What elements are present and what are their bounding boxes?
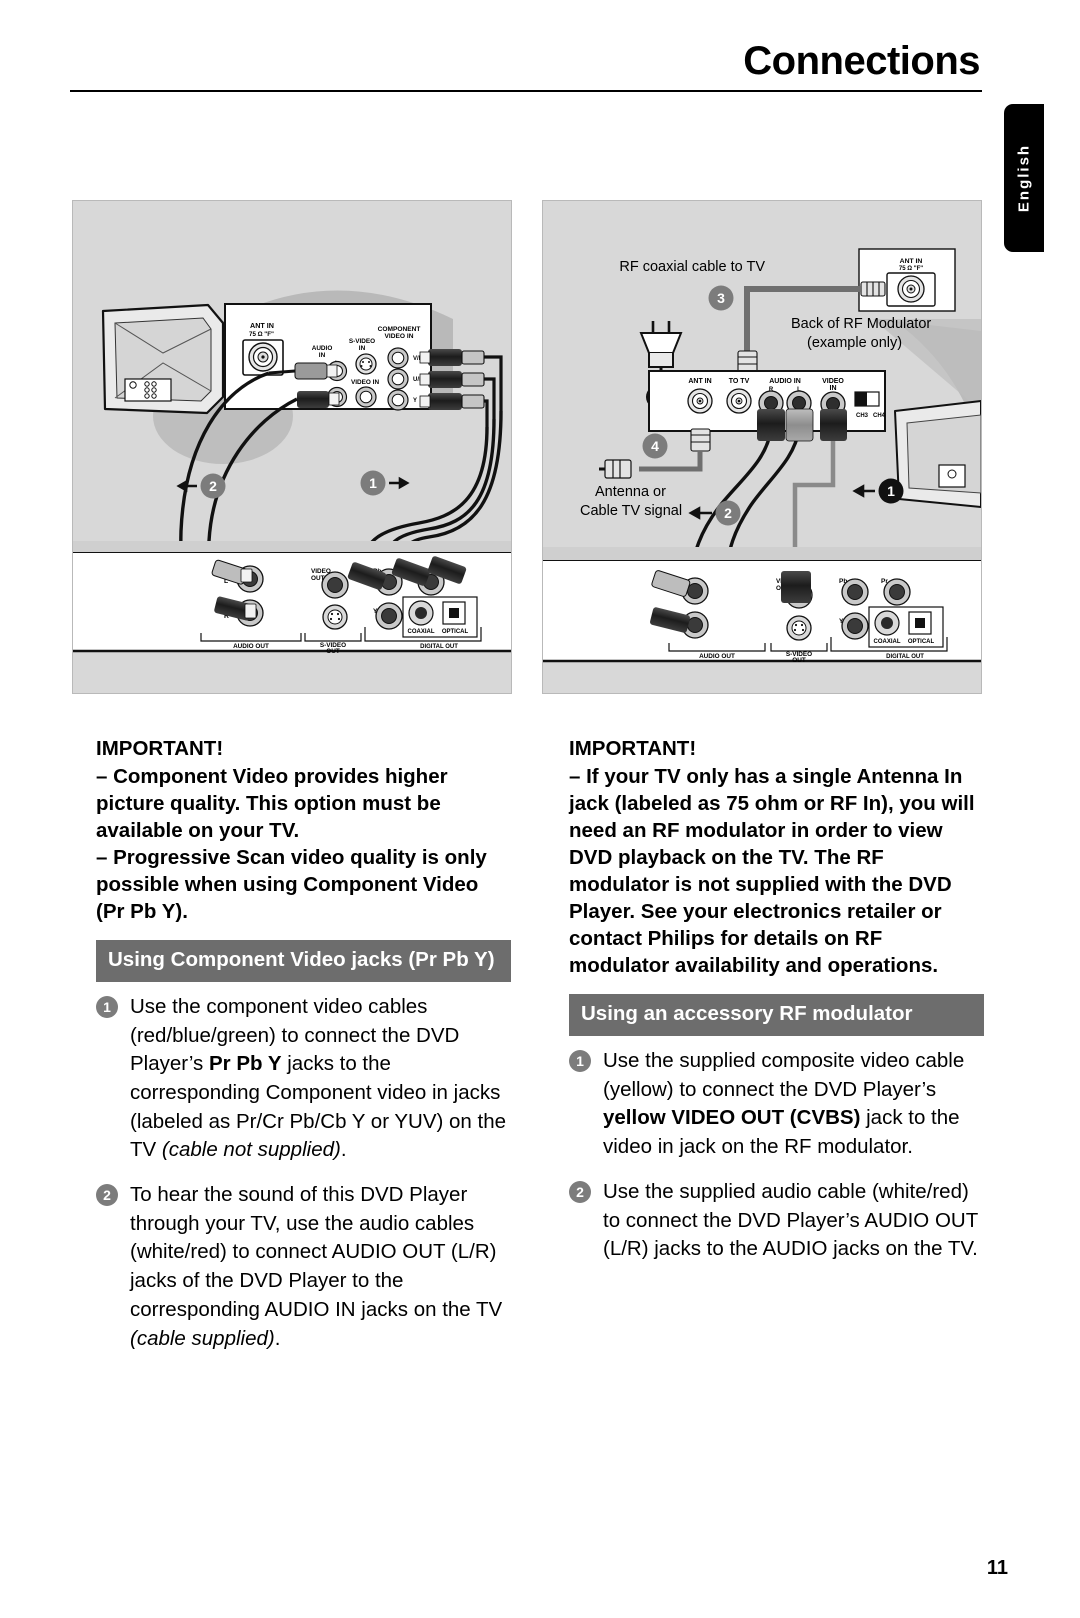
tv-ant-in-sub: 75 Ω "F"	[249, 331, 274, 338]
svg-text:IN: IN	[319, 352, 326, 359]
left-step-1: 1 Use the component video cables (red/bl…	[96, 993, 511, 1165]
svg-text:2: 2	[209, 478, 217, 494]
right-important-title: IMPORTANT!	[569, 737, 697, 760]
svg-text:2: 2	[724, 505, 732, 521]
step-badge: 1	[96, 995, 118, 1018]
tv-jack-y: Y	[413, 398, 417, 404]
step-badge: 2	[96, 1184, 118, 1207]
mod-audio-in-label: AUDIO IN	[769, 378, 801, 385]
manual-page: Connections English ANT IN 75 Ω "F" AUDI…	[0, 0, 1080, 1618]
tv-audio-in-label: AUDIO	[312, 345, 333, 352]
svg-text:3: 3	[717, 290, 725, 306]
dvd-digital-out-label: DIGITAL OUT	[420, 644, 458, 650]
right-important-line-1: – If your TV only has a single Antenna I…	[569, 765, 975, 978]
back-of-rf-modulator-line1: Back of RF Modulator	[791, 316, 931, 332]
dvd-coaxial-label: COAXIAL	[408, 629, 435, 635]
header-rule	[70, 90, 982, 92]
svg-text:1: 1	[369, 475, 377, 491]
mod-to-tv-label: TO TV	[729, 378, 750, 385]
left-important-line-2: – Progressive Scan video quality is only…	[96, 846, 487, 924]
mod-ant-in-label: ANT IN	[688, 378, 711, 385]
language-tab-english: English	[1004, 104, 1044, 252]
figure-right-marker-4: 4	[642, 433, 668, 459]
step-text: To hear the sound of this DVD Player thr…	[130, 1183, 503, 1350]
dvd-optical-label-right: OPTICAL	[908, 639, 935, 645]
left-step-2: 2 To hear the sound of this DVD Player t…	[96, 1181, 511, 1353]
step-text: Use the supplied composite video cable (…	[603, 1049, 965, 1159]
step-badge: 2	[569, 1180, 591, 1203]
svg-text:IN: IN	[359, 345, 366, 352]
right-column: IMPORTANT! – If your TV only has a singl…	[569, 735, 984, 1264]
dvd-coaxial-label-right: COAXIAL	[874, 639, 901, 645]
tv-svideo-in-label: S-VIDEO	[349, 338, 375, 345]
mod-video-in-label: VIDEO	[822, 378, 844, 385]
figures-area: ANT IN 75 Ω "F" AUDIO IN L R S-VIDEO IN	[72, 200, 982, 694]
dvd-optical-label: OPTICAL	[442, 629, 469, 635]
page-number: 11	[986, 1557, 1008, 1579]
figure-component-video: ANT IN 75 Ω "F" AUDIO IN L R S-VIDEO IN	[72, 200, 512, 694]
right-step-2: 2 Use the supplied audio cable (white/re…	[569, 1178, 984, 1264]
tv-video-in-label: VIDEO IN	[351, 379, 379, 386]
tv-ant-in-label: ANT IN	[250, 321, 274, 330]
tv-component-video-in-label: COMPONENT	[378, 326, 421, 333]
svg-text:OUT: OUT	[792, 657, 806, 664]
svg-text:VIDEO IN: VIDEO IN	[385, 333, 414, 340]
svg-text:75 Ω "F": 75 Ω "F"	[899, 266, 923, 272]
dvd-audio-out-label: AUDIO OUT	[233, 643, 269, 650]
figure-right-marker-3: 3	[708, 285, 734, 311]
figure-rf-modulator: RF coaxial cable to TV ANT IN 75 Ω "F" 3…	[542, 200, 982, 694]
svg-text:4: 4	[651, 438, 659, 454]
left-section-heading: Using Component Video jacks (Pr Pb Y)	[96, 940, 511, 982]
language-tab-label: English	[1015, 143, 1033, 213]
left-important-line-1: – Component Video provides higher pictur…	[96, 765, 448, 843]
mod-ch4: CH4	[873, 413, 886, 419]
left-important-title: IMPORTANT!	[96, 737, 224, 760]
svg-text:IN: IN	[830, 385, 837, 392]
page-header: Connections	[70, 40, 982, 92]
step-text: Use the supplied audio cable (white/red)…	[603, 1179, 978, 1261]
step-badge: 1	[569, 1050, 591, 1073]
right-section-heading: Using an accessory RF modulator	[569, 994, 984, 1037]
right-step-1: 1 Use the supplied composite video cable…	[569, 1047, 984, 1162]
mod-ch3: CH3	[856, 413, 869, 419]
dvd-audio-out-label-right: AUDIO OUT	[699, 653, 735, 660]
svg-text:OUT: OUT	[326, 648, 340, 655]
back-of-rf-modulator-line2: (example only)	[807, 335, 902, 351]
dvd-digital-out-label-right: DIGITAL OUT	[886, 654, 924, 660]
tv-ant-in-label-right: ANT IN	[900, 258, 923, 265]
svg-text:1: 1	[887, 483, 895, 499]
left-column: IMPORTANT! – Component Video provides hi…	[96, 735, 511, 1353]
antenna-callout-line2: Cable TV signal	[580, 503, 682, 519]
step-text: Use the component video cables (red/blue…	[130, 994, 507, 1162]
rf-coaxial-callout: RF coaxial cable to TV	[619, 259, 765, 275]
antenna-callout-line1: Antenna or	[595, 484, 666, 500]
page-title: Connections	[743, 39, 980, 83]
